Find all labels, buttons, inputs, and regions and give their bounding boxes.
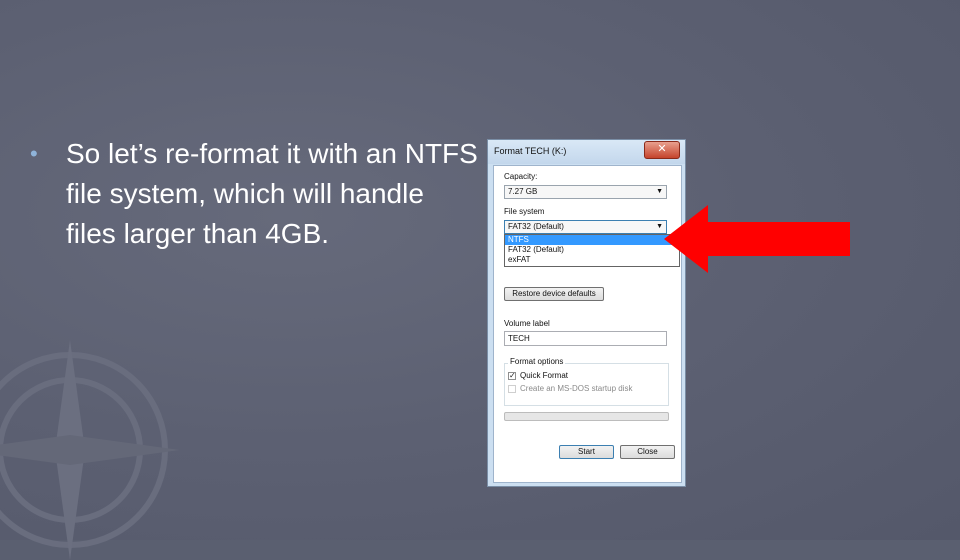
bullet-point: • So let’s re-format it with an NTFS fil…	[30, 134, 480, 254]
dialog-title: Format TECH (K:)	[494, 146, 567, 156]
volume-label-input[interactable]: TECH	[504, 331, 667, 346]
msdos-startup-label: Create an MS-DOS startup disk	[520, 384, 633, 393]
chevron-down-icon: ▼	[656, 223, 663, 230]
quick-format-checkbox[interactable]: ✓	[508, 372, 516, 380]
option-fat32[interactable]: FAT32 (Default)	[505, 245, 679, 255]
close-window-button[interactable]: ✕	[644, 141, 680, 159]
restore-defaults-button[interactable]: Restore device defaults	[504, 287, 604, 301]
option-exfat[interactable]: exFAT	[505, 255, 679, 265]
volume-label-label: Volume label	[504, 319, 550, 328]
file-system-value: FAT32 (Default)	[508, 222, 564, 231]
close-button[interactable]: Close	[620, 445, 675, 459]
capacity-label: Capacity:	[504, 172, 538, 181]
capacity-select[interactable]: 7.27 GB ▼	[504, 185, 667, 199]
dialog-titlebar[interactable]: Format TECH (K:) ✕	[488, 140, 685, 164]
bullet-text: So let’s re-format it with an NTFS file …	[66, 138, 478, 249]
format-options-label: Format options	[508, 357, 566, 366]
bullet-dot: •	[30, 141, 38, 166]
file-system-dropdown: NTFS FAT32 (Default) exFAT	[504, 234, 680, 267]
option-ntfs[interactable]: NTFS	[505, 235, 679, 245]
compass-watermark-icon	[0, 340, 180, 560]
start-button[interactable]: Start	[559, 445, 614, 459]
file-system-label: File system	[504, 207, 545, 216]
chevron-down-icon: ▼	[656, 188, 663, 195]
format-progress-bar	[504, 412, 669, 421]
capacity-value: 7.27 GB	[508, 187, 538, 196]
format-dialog: Format TECH (K:) ✕ Capacity: 7.27 GB ▼ F…	[487, 139, 686, 487]
red-arrow-icon	[664, 205, 850, 273]
quick-format-label: Quick Format	[520, 371, 569, 380]
msdos-startup-checkbox[interactable]	[508, 385, 516, 393]
file-system-select[interactable]: FAT32 (Default) ▼	[504, 220, 667, 234]
dialog-body: Capacity: 7.27 GB ▼ File system FAT32 (D…	[493, 165, 682, 483]
